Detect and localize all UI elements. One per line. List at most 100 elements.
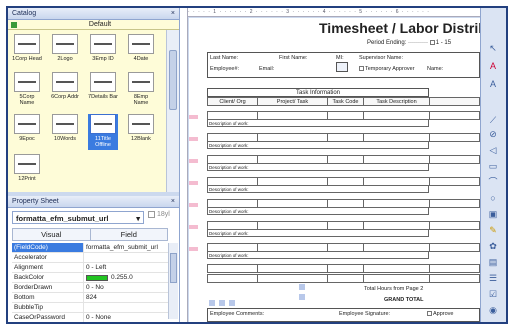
property-row[interactable]: Alignment 0 - Left bbox=[12, 263, 168, 273]
property-row[interactable]: BorderDrawn 0 - No bbox=[12, 283, 168, 293]
tile-preview-icon bbox=[14, 34, 40, 54]
description-field[interactable]: Description of work: bbox=[207, 230, 429, 237]
list-tool-icon[interactable]: ☰ bbox=[486, 272, 500, 284]
catalog-grid: 1Corp Head 2Logo 3Emp ID 4Date 5Corp Nam… bbox=[8, 30, 166, 192]
property-value[interactable]: 0 - None bbox=[84, 313, 168, 322]
catalog-tile[interactable]: 1Corp Head bbox=[12, 34, 42, 62]
row-marker bbox=[189, 203, 198, 207]
description-field[interactable]: Description of work: bbox=[207, 142, 429, 149]
checkbox-icon[interactable] bbox=[148, 211, 155, 218]
catalog-tile[interactable]: 7Details Bar bbox=[88, 72, 118, 100]
property-key: Alignment bbox=[12, 263, 84, 272]
catalog-tile[interactable]: 5Corp Name bbox=[12, 72, 42, 106]
task-row[interactable] bbox=[207, 111, 480, 120]
catalog-tile[interactable]: 6Corp Addr bbox=[50, 72, 80, 100]
property-value[interactable]: 0 - Left bbox=[84, 263, 168, 272]
task-row[interactable] bbox=[207, 264, 480, 273]
field-tool-icon[interactable]: ▤ bbox=[486, 256, 500, 268]
arc-tool-icon[interactable]: ⌒ bbox=[486, 176, 500, 188]
tab-visual[interactable]: Visual bbox=[13, 229, 90, 240]
property-row[interactable]: CaseOrPassword 0 - None bbox=[12, 313, 168, 322]
property-value[interactable]: formatta_efm_submit_url bbox=[84, 243, 168, 252]
left-panel: Catalog × Default 1Corp Head 2Logo 3Emp … bbox=[8, 8, 179, 322]
checkbox-icon[interactable] bbox=[359, 66, 364, 72]
checkbox-icon[interactable] bbox=[427, 311, 432, 317]
text-tool-icon[interactable]: A bbox=[486, 78, 500, 90]
catalog-tile[interactable]: 10Words bbox=[50, 114, 80, 142]
task-row[interactable] bbox=[207, 133, 480, 142]
stamp-tool-icon[interactable]: ✿ bbox=[486, 240, 500, 252]
description-field[interactable]: Description of work: bbox=[207, 208, 429, 215]
horizontal-ruler: · · · · · 1 · · · · · · 2 · · · · · · 3 … bbox=[188, 8, 480, 17]
catalog-tile[interactable]: 4Date bbox=[126, 34, 156, 62]
property-checkbox[interactable]: 18yl bbox=[148, 211, 170, 218]
property-key: (FieldCode) bbox=[12, 243, 84, 252]
description-field[interactable]: Description of work: bbox=[207, 120, 429, 127]
catalog-tile-selected[interactable]: 11Title Offline bbox=[88, 114, 118, 150]
highlight-tool-icon[interactable]: ✎ bbox=[486, 224, 500, 236]
property-table: (FieldCode) formatta_efm_submit_url Accel… bbox=[12, 243, 168, 322]
catalog-tile[interactable]: 12Print bbox=[12, 154, 42, 182]
property-sheet-close-icon[interactable]: × bbox=[171, 198, 175, 205]
tile-preview-icon bbox=[90, 34, 116, 54]
image-tool-icon[interactable]: ▣ bbox=[486, 208, 500, 220]
employee-number-label: Employee#: bbox=[210, 66, 240, 72]
checkbox-icon[interactable] bbox=[429, 40, 435, 45]
property-row[interactable]: BubbleTip bbox=[12, 303, 168, 313]
field-marker bbox=[299, 284, 305, 290]
field-marker bbox=[209, 300, 215, 306]
ellipse-tool-icon[interactable]: ○ bbox=[486, 192, 500, 204]
task-row[interactable] bbox=[207, 199, 480, 208]
property-value[interactable]: 824 bbox=[84, 293, 168, 302]
tab-field[interactable]: Field bbox=[89, 229, 167, 240]
row-marker bbox=[189, 115, 198, 119]
catalog-tile[interactable]: 9Epoc bbox=[12, 114, 42, 142]
task-row[interactable] bbox=[207, 177, 480, 186]
rectangle-tool-icon[interactable]: ▭ bbox=[486, 160, 500, 172]
catalog-scroll-thumb[interactable] bbox=[169, 50, 177, 110]
property-row[interactable]: Accelerator bbox=[12, 253, 168, 263]
property-value[interactable]: 0 - No bbox=[84, 283, 168, 292]
catalog-tile[interactable]: 12Blank bbox=[126, 114, 156, 142]
field-selector-dropdown[interactable]: formatta_efm_submut_url ▾ bbox=[12, 211, 144, 224]
task-row[interactable] bbox=[207, 243, 480, 252]
line-tool-icon[interactable]: ⊘ bbox=[486, 128, 500, 140]
description-field[interactable]: Description of work: bbox=[207, 164, 429, 171]
font-style-icon[interactable]: A bbox=[486, 60, 500, 72]
task-row[interactable] bbox=[207, 274, 480, 283]
pointer-tool-icon[interactable]: ↖ bbox=[486, 42, 500, 54]
approve-checkbox[interactable]: Approve bbox=[427, 311, 454, 317]
property-row[interactable]: Bottom 824 bbox=[12, 293, 168, 303]
property-value[interactable]: 0.255.0 bbox=[84, 273, 168, 282]
tile-preview-icon bbox=[128, 34, 154, 54]
form-canvas[interactable]: Timesheet / Labor Distribu Period Ending… bbox=[189, 18, 480, 322]
property-tabs: Visual Field bbox=[12, 228, 168, 241]
property-value[interactable] bbox=[84, 253, 168, 262]
description-field[interactable]: Description of work: bbox=[207, 186, 429, 193]
property-key: Bottom bbox=[12, 293, 84, 302]
checkbox-tool-icon[interactable]: ☑ bbox=[486, 288, 500, 300]
approve-label: Approve bbox=[433, 311, 454, 317]
property-value[interactable] bbox=[84, 303, 168, 312]
catalog-tile[interactable]: 3Emp ID bbox=[88, 34, 118, 62]
color-value: 0.255.0 bbox=[111, 273, 133, 281]
description-field[interactable]: Description of work: bbox=[207, 252, 429, 259]
temp-approver-checkbox[interactable]: Temporary Approver bbox=[359, 66, 415, 72]
lookup-icon[interactable] bbox=[336, 62, 348, 72]
task-row[interactable] bbox=[207, 155, 480, 164]
chevron-down-icon[interactable]: ▾ bbox=[136, 214, 140, 223]
property-row[interactable]: (FieldCode) formatta_efm_submit_url bbox=[12, 243, 168, 253]
property-scrollbar[interactable] bbox=[168, 243, 178, 319]
task-column-headers: Client/ Org Project/ Task Task Code Task… bbox=[207, 97, 480, 106]
catalog-tile[interactable]: 2Logo bbox=[50, 34, 80, 62]
catalog-scrollbar[interactable] bbox=[166, 30, 179, 192]
task-row[interactable] bbox=[207, 221, 480, 230]
property-row[interactable]: BackColor 0.255.0 bbox=[12, 273, 168, 283]
radio-tool-icon[interactable]: ◉ bbox=[486, 304, 500, 316]
property-scroll-thumb[interactable] bbox=[170, 253, 177, 283]
shape-tool-icon[interactable]: ◁ bbox=[486, 144, 500, 156]
ruler-tool-icon[interactable]: ⟋ bbox=[486, 114, 500, 126]
tile-preview-icon bbox=[128, 114, 154, 134]
catalog-close-icon[interactable]: × bbox=[171, 10, 175, 17]
catalog-tile[interactable]: 8Emp Name bbox=[126, 72, 156, 106]
